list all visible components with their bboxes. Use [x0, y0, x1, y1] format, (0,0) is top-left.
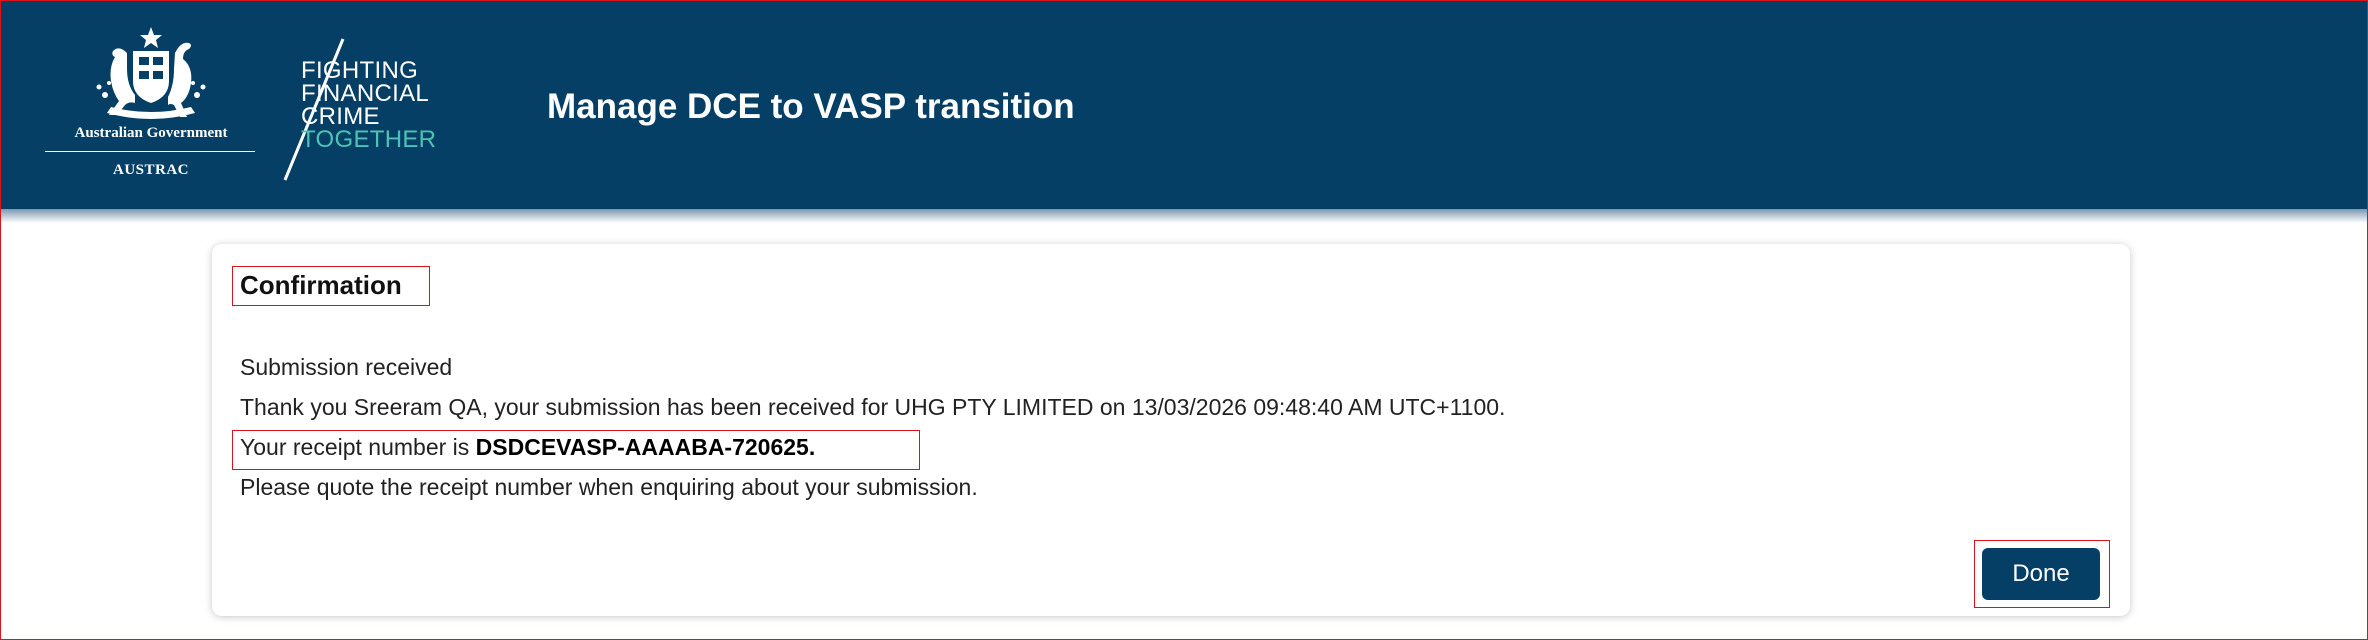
receipt-line: Your receipt number is DSDCEVASP-AAAABA-… — [240, 434, 815, 461]
confirmation-title: Confirmation — [240, 270, 402, 300]
site-header: Australian Government AUSTRAC FIGHTING F… — [1, 1, 2367, 209]
logo-divider — [45, 151, 255, 152]
coat-of-arms-icon — [96, 27, 206, 119]
header-shadow — [1, 209, 2367, 223]
status-text: Submission received — [240, 354, 453, 380]
fighting-financial-crime-logo: FIGHTING FINANCIAL CRIME TOGETHER — [301, 57, 437, 153]
receipt-number: DSDCEVASP-AAAABA-720625. — [475, 434, 816, 460]
government-name: Australian Government — [74, 125, 228, 141]
done-button[interactable]: Done — [1982, 548, 2100, 600]
agency-name: AUSTRAC — [112, 162, 189, 178]
tagline-word-2: FINANCIAL — [301, 80, 430, 107]
receipt-prefix: Your receipt number is — [240, 434, 476, 460]
quote-instruction: Please quote the receipt number when enq… — [240, 474, 978, 500]
tagline-word-3: CRIME — [301, 103, 380, 130]
tagline-word-4: TOGETHER — [301, 126, 437, 153]
tagline-word-1: FIGHTING — [301, 57, 419, 84]
thank-you-message: Thank you Sreeram QA, your submission ha… — [240, 394, 1506, 420]
app-title: Manage DCE to VASP transition — [547, 87, 1075, 126]
